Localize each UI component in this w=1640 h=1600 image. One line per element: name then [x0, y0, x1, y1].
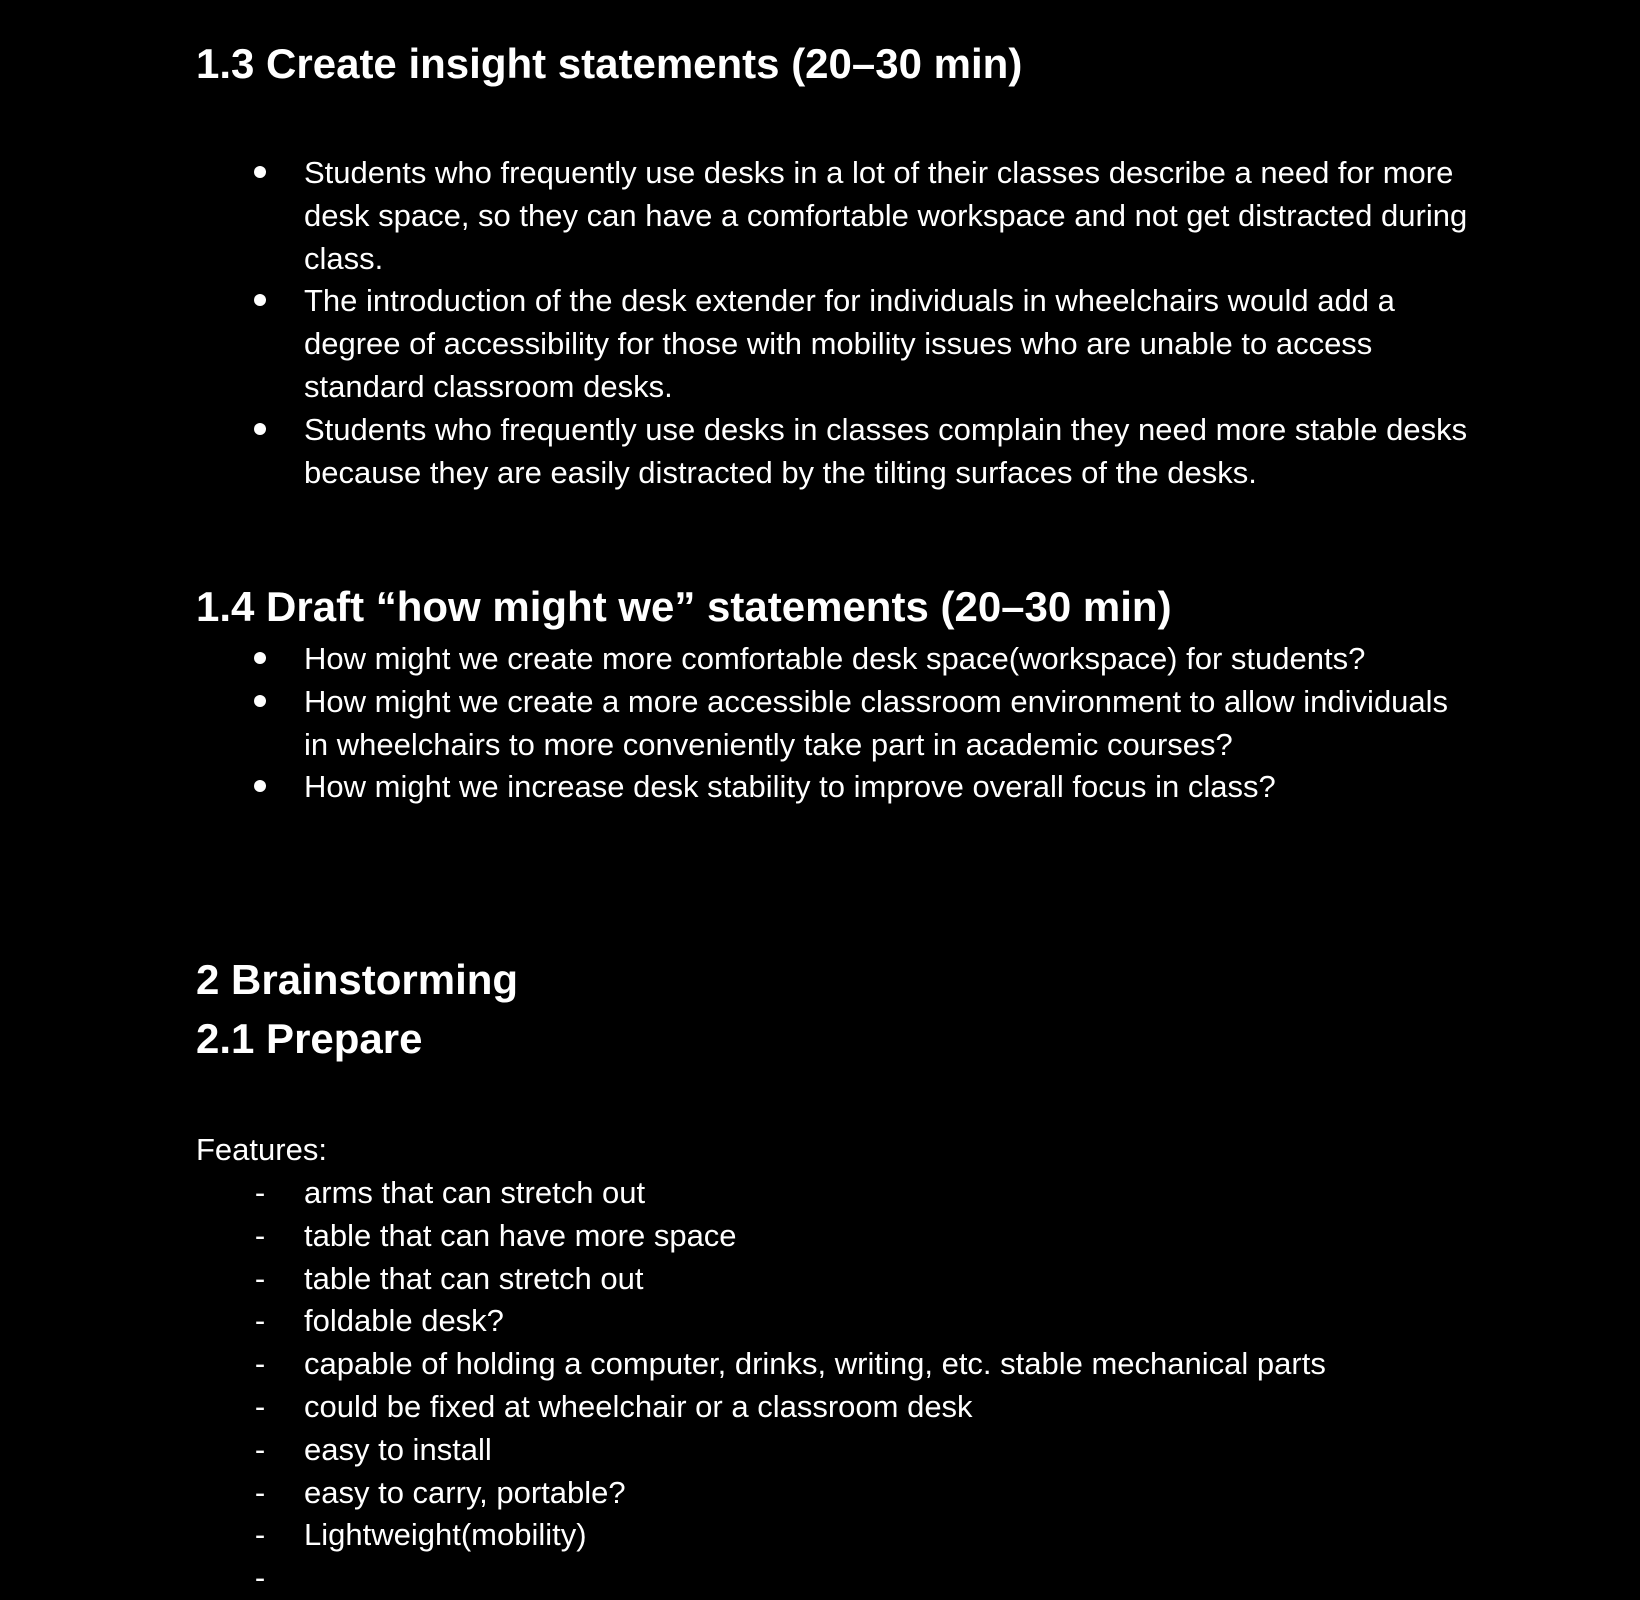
list-item-text: How might we create a more accessible cl…	[304, 683, 1449, 762]
bullet-icon	[250, 681, 270, 724]
heading-prepare: 2.1 Prepare	[196, 1015, 423, 1062]
list-item: The introduction of the desk extender fo…	[196, 280, 1476, 408]
list-item-text: The introduction of the desk extender fo…	[304, 283, 1395, 404]
list-item-text	[304, 1560, 313, 1595]
how-might-we-list: How might we create more comfortable des…	[196, 638, 1476, 809]
dash-icon: -	[254, 1431, 266, 1467]
features-label: Features:	[196, 1132, 327, 1167]
list-item: - foldable desk?	[196, 1300, 1476, 1343]
list-item: Students who frequently use desks in a l…	[196, 152, 1476, 280]
list-item: Students who frequently use desks in cla…	[196, 409, 1476, 495]
list-item: - capable of holding a computer, drinks,…	[196, 1343, 1476, 1386]
list-item: - could be fixed at wheelchair or a clas…	[196, 1386, 1476, 1429]
dash-icon: -	[254, 1474, 266, 1510]
dash-icon: -	[254, 1560, 266, 1596]
list-item: - easy to install	[196, 1429, 1476, 1472]
list-item-text: foldable desk?	[304, 1303, 504, 1339]
list-item: - arms that can stretch out	[196, 1172, 1476, 1215]
document-page: 1.3 Create insight statements (20–30 min…	[0, 0, 1640, 1595]
list-item: - Lightweight(mobility)	[196, 1514, 1476, 1557]
list-item-text: table that can have more space	[304, 1217, 737, 1253]
features-list: - arms that can stretch out - table that…	[196, 1172, 1476, 1600]
list-item-text: Students who frequently use desks in a l…	[304, 155, 1468, 276]
bullet-icon	[250, 766, 270, 809]
list-item-text: easy to install	[304, 1431, 492, 1467]
list-item-text: capable of holding a computer, drinks, w…	[304, 1346, 1326, 1382]
dash-icon: -	[254, 1303, 266, 1339]
insight-statements-list: Students who frequently use desks in a l…	[196, 152, 1476, 494]
list-item-text: Students who frequently use desks in cla…	[304, 411, 1468, 490]
bullet-icon	[250, 152, 270, 195]
bullet-icon	[250, 409, 270, 452]
heading-draft-how-might-we: 1.4 Draft “how might we” statements (20–…	[196, 583, 1172, 630]
dash-icon: -	[254, 1346, 266, 1382]
heading-brainstorming: 2 Brainstorming	[196, 956, 519, 1003]
dash-icon: -	[254, 1217, 266, 1253]
dash-icon: -	[254, 1175, 266, 1210]
list-item: How might we create more comfortable des…	[196, 638, 1476, 681]
list-item: -	[196, 1557, 1476, 1600]
list-item-text: How might we create more comfortable des…	[304, 641, 1366, 676]
list-item-text: table that can stretch out	[304, 1260, 644, 1296]
heading-create-insight-statements: 1.3 Create insight statements (20–30 min…	[196, 40, 1023, 87]
dash-icon: -	[254, 1260, 266, 1296]
list-item-text: arms that can stretch out	[304, 1175, 646, 1210]
bullet-icon	[250, 280, 270, 323]
list-item-text: How might we increase desk stability to …	[304, 769, 1276, 805]
list-item: How might we increase desk stability to …	[196, 766, 1476, 809]
list-item: How might we create a more accessible cl…	[196, 681, 1476, 767]
list-item: - table that can have more space	[196, 1215, 1476, 1258]
bullet-icon	[250, 638, 270, 681]
list-item-text: Lightweight(mobility)	[304, 1517, 587, 1553]
list-item: - easy to carry, portable?	[196, 1472, 1476, 1515]
dash-icon: -	[254, 1517, 266, 1553]
list-item-text: easy to carry, portable?	[304, 1474, 626, 1510]
list-item-text: could be fixed at wheelchair or a classr…	[304, 1388, 973, 1424]
dash-icon: -	[254, 1388, 266, 1424]
list-item: - table that can stretch out	[196, 1258, 1476, 1301]
